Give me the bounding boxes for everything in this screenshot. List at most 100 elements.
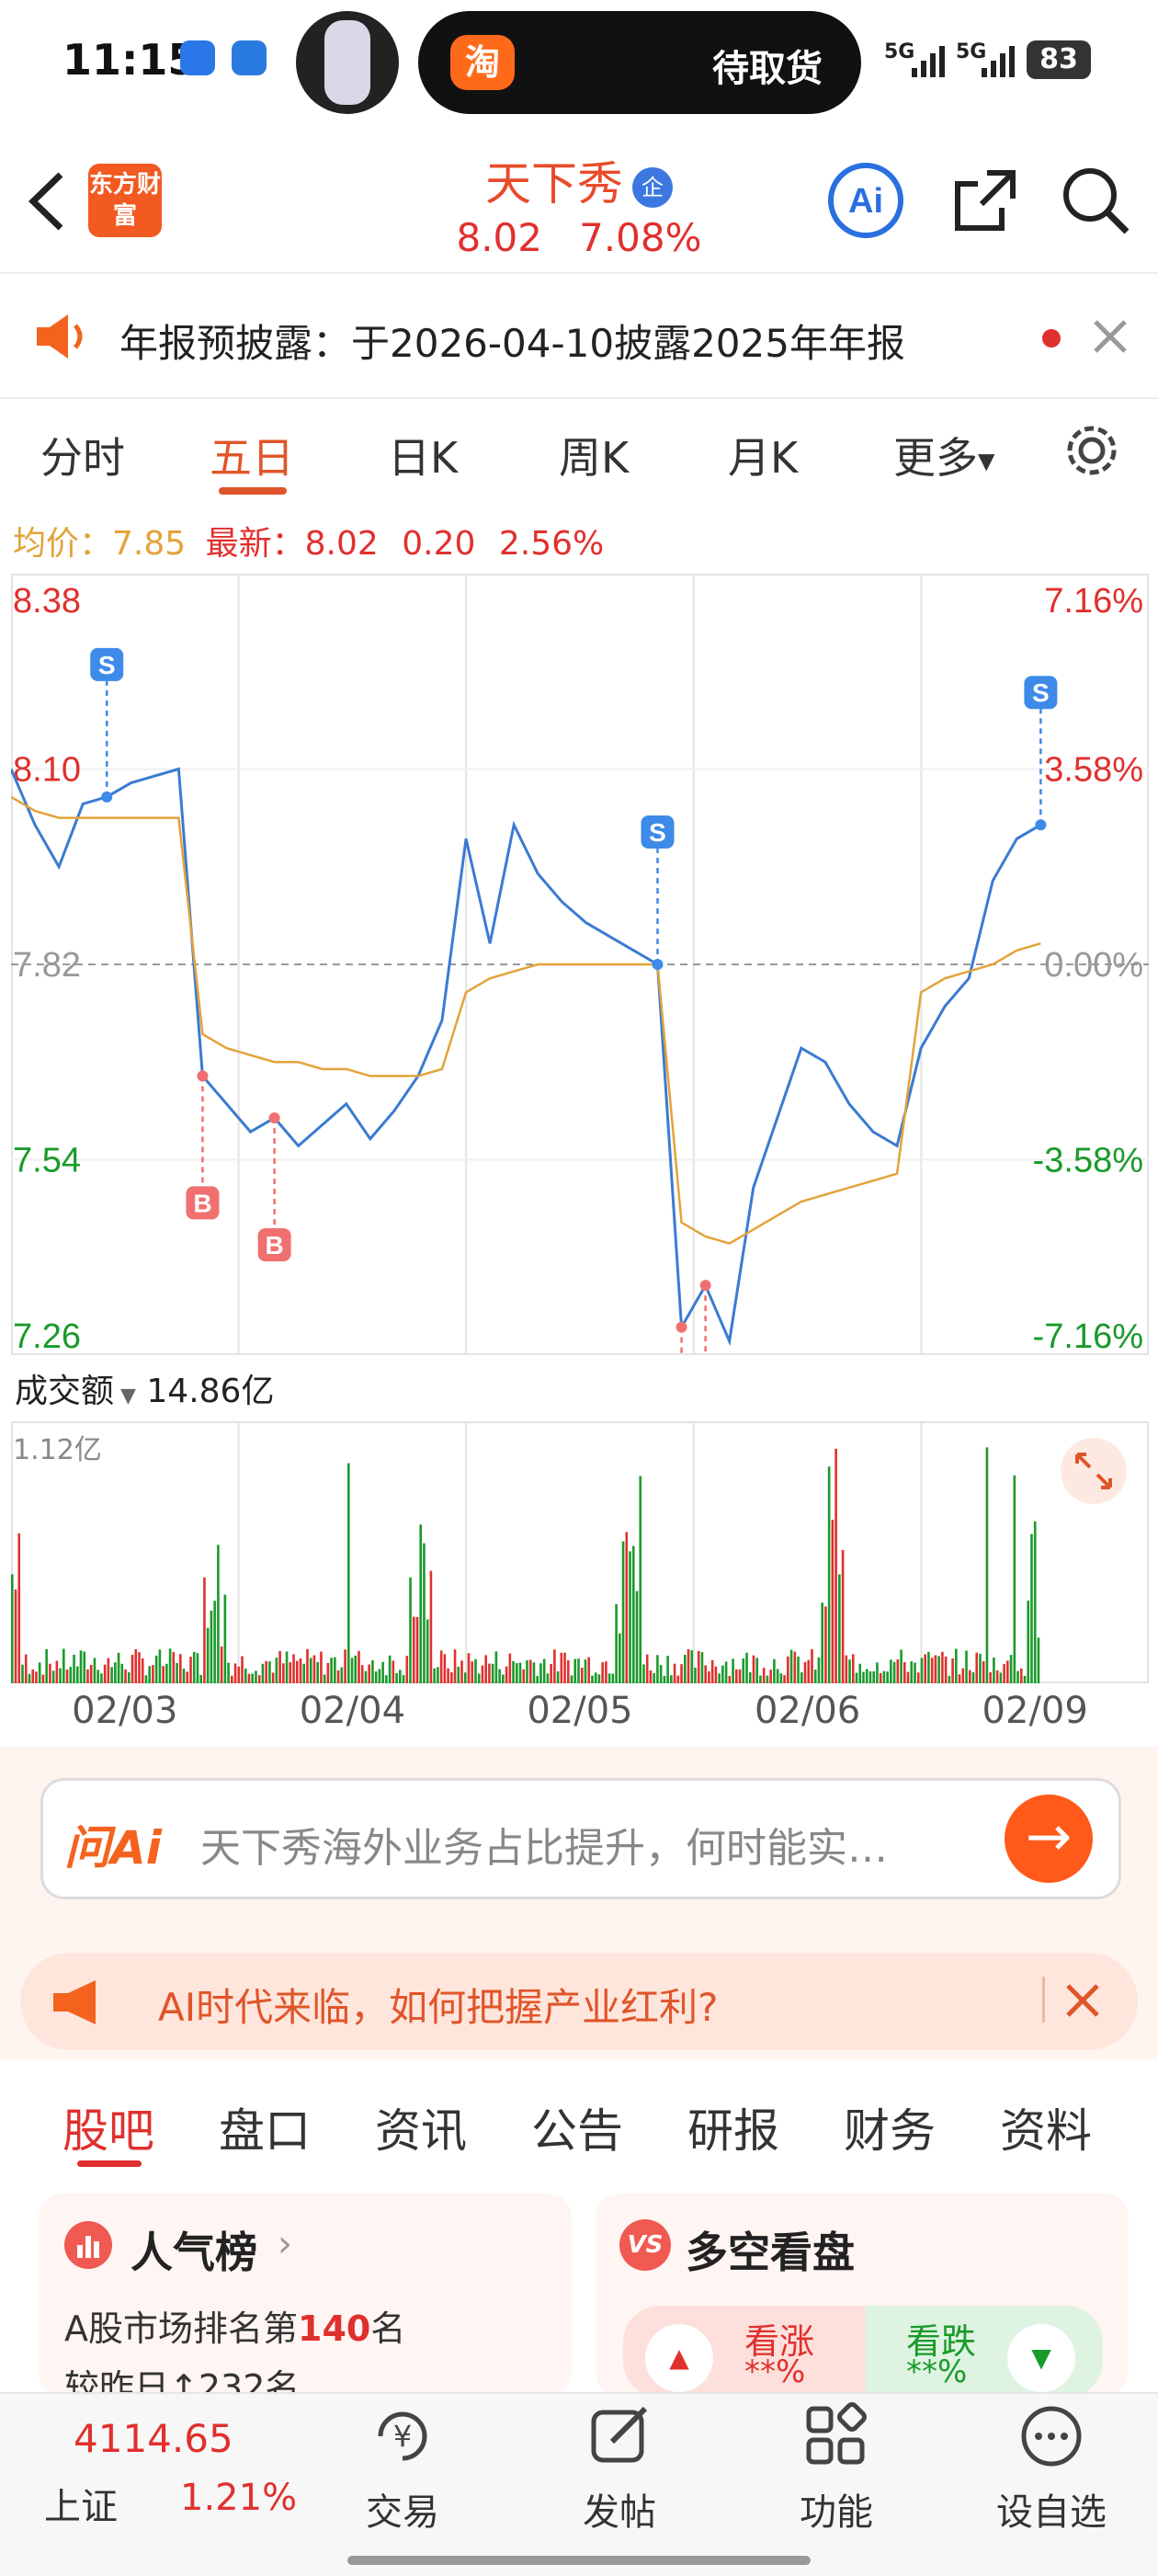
volume-bar <box>694 1667 697 1683</box>
volume-bar <box>827 1466 831 1683</box>
volume-bar <box>580 1668 584 1683</box>
trade-icon[interactable]: ¥ <box>368 2401 437 2471</box>
tab-daily-k[interactable]: 日K <box>388 425 458 485</box>
tab-profile[interactable]: 资料 <box>1000 2094 1092 2160</box>
volume-bar <box>645 1654 649 1683</box>
ask-input[interactable]: 天下秀海外业务占比提升，何时能实… <box>200 1815 888 1874</box>
volume-bar <box>196 1653 199 1683</box>
volume-bar <box>405 1656 409 1683</box>
volume-bar <box>718 1673 721 1683</box>
ai-icon[interactable]: Ai <box>825 160 906 241</box>
volume-bar <box>117 1652 120 1683</box>
tab-intraday[interactable]: 分时 <box>40 425 125 485</box>
volume-bar <box>89 1664 93 1683</box>
nav-function[interactable]: 功能 <box>772 2482 901 2536</box>
share-icon[interactable] <box>950 165 1020 235</box>
ask-submit-button[interactable]: → <box>1005 1795 1093 1883</box>
volume-bar <box>162 1666 165 1683</box>
nav-trade[interactable]: 交易 <box>338 2482 467 2536</box>
volume-bar <box>656 1655 659 1683</box>
volume-bar <box>505 1666 508 1683</box>
enterprise-badge: 企 <box>632 166 673 208</box>
tab-weekly-k[interactable]: 周K <box>559 425 629 485</box>
volume-bar <box>979 1653 982 1683</box>
volume-bar <box>868 1671 872 1683</box>
volume-bar <box>961 1668 965 1683</box>
add-watchlist-icon[interactable] <box>1016 2401 1086 2471</box>
bear-pct: **% <box>906 2354 968 2390</box>
volume-bar <box>168 1648 172 1683</box>
volume-bar <box>336 1670 340 1683</box>
sub-tab-underline <box>77 2160 142 2167</box>
index-pct[interactable]: 1.21% <box>180 2477 297 2519</box>
volume-bar <box>131 1655 134 1683</box>
signal-dot <box>1035 819 1047 831</box>
volume-bar <box>481 1665 484 1683</box>
volume-bar <box>419 1524 423 1683</box>
volume-bar <box>735 1669 738 1683</box>
tab-monthly-k[interactable]: 月K <box>728 425 798 485</box>
volume-bar <box>127 1672 131 1683</box>
index-name[interactable]: 上证 <box>44 2477 118 2530</box>
search-icon[interactable] <box>1059 164 1132 237</box>
tab-finance[interactable]: 财务 <box>844 2094 936 2160</box>
tab-guba[interactable]: 股吧 <box>62 2094 154 2160</box>
volume-bar <box>803 1661 807 1683</box>
expand-icon[interactable] <box>1059 1436 1129 1506</box>
volume-bar <box>882 1670 886 1683</box>
volume-bar <box>415 1616 419 1683</box>
bear-arrow-icon: ▼ <box>1007 2324 1075 2392</box>
close-icon[interactable] <box>1092 318 1129 355</box>
volume-bar <box>257 1675 261 1683</box>
tab-announcement[interactable]: 公告 <box>531 2094 623 2160</box>
tab-more[interactable]: 更多▼ <box>893 425 994 485</box>
banner-close-icon[interactable] <box>1064 1982 1101 2019</box>
volume-bar <box>474 1658 477 1683</box>
volume-bar <box>302 1663 306 1683</box>
tab-research[interactable]: 研报 <box>687 2094 779 2160</box>
volume-bar <box>1030 1533 1033 1683</box>
x-axis: 02/03 02/04 02/05 02/06 02/09 <box>11 1690 1149 1736</box>
tab-pankou[interactable]: 盘口 <box>219 2094 311 2160</box>
nav-post[interactable]: 发帖 <box>555 2482 684 2536</box>
x-tick-label: 02/09 <box>982 1690 1088 1732</box>
avatar <box>296 11 399 114</box>
signal-icon <box>912 46 945 77</box>
function-grid-icon[interactable] <box>801 2401 871 2471</box>
volume-bar <box>687 1649 690 1683</box>
x-tick-label: 02/04 <box>299 1690 406 1732</box>
nav-watchlist[interactable]: 设自选 <box>987 2482 1116 2536</box>
home-indicator[interactable] <box>347 2556 811 2565</box>
tab-news[interactable]: 资讯 <box>375 2094 467 2160</box>
volume-bar <box>783 1675 786 1683</box>
volume-bar <box>388 1655 392 1683</box>
volume-bar <box>255 1670 257 1683</box>
post-icon[interactable] <box>585 2401 654 2471</box>
volume-bar <box>635 1590 639 1683</box>
volume-bar <box>51 1670 55 1683</box>
volume-bar <box>409 1577 412 1683</box>
volume-bar <box>941 1651 944 1683</box>
index-value[interactable]: 4114.65 <box>74 2416 233 2461</box>
volume-bar <box>154 1655 158 1683</box>
volume-bar <box>738 1669 742 1683</box>
volume-bar <box>271 1672 275 1683</box>
volume-bar <box>663 1675 666 1683</box>
volume-bar <box>515 1663 518 1683</box>
volume-bar <box>508 1653 512 1683</box>
price-chart[interactable]: 8.38 7.16% 8.10 3.58% 7.82 0.00% 7.54 -3.58% 7.2… <box>11 574 1149 1355</box>
volume-bar <box>206 1627 210 1683</box>
volume-bar <box>371 1659 374 1683</box>
volume-bar <box>360 1665 364 1683</box>
volume-bar <box>323 1674 326 1683</box>
tab-five-day[interactable]: 五日 <box>210 425 294 485</box>
volume-legend[interactable]: 成交额 ▼ 14.86亿 <box>15 1364 274 1412</box>
volume-bar <box>577 1658 580 1683</box>
volume-bar <box>890 1659 892 1683</box>
svg-text:¥: ¥ <box>393 2419 412 2454</box>
volume-bar <box>1016 1670 1019 1683</box>
volume-bar <box>824 1606 827 1683</box>
volume-bar <box>789 1649 793 1683</box>
average-line-legend: 均价：7.85 最新：8.02 0.20 2.56% <box>13 517 604 564</box>
settings-gear-icon[interactable] <box>1062 421 1121 480</box>
